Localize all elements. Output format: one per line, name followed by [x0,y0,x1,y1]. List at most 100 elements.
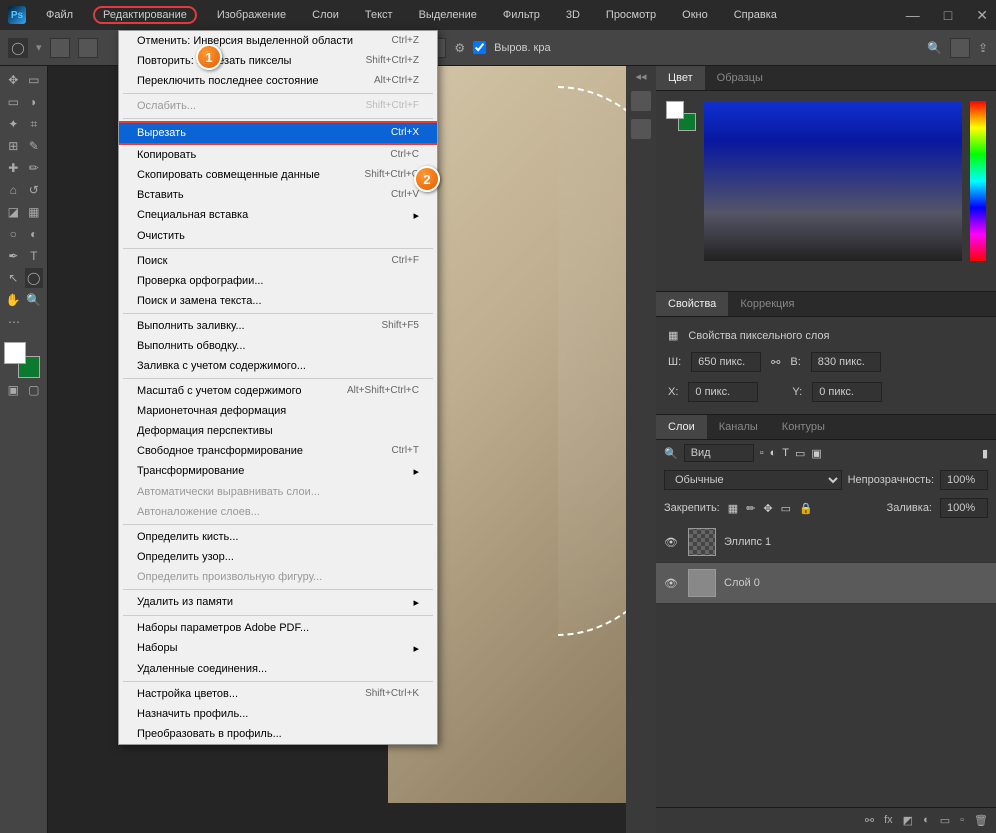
delete-icon[interactable]: 🗑 [974,814,988,827]
heal-tool[interactable]: ✚ [4,158,23,178]
filter-smart-icon[interactable]: ▣ [811,447,821,460]
new-layer-icon[interactable]: ▫ [960,814,964,827]
history-brush-tool[interactable]: ↺ [25,180,44,200]
menu-assign-profile[interactable]: Назначить профиль... [119,704,437,724]
prop-w-field[interactable]: 650 пикс. [691,352,761,372]
menu-content-scale[interactable]: Масштаб с учетом содержимогоAlt+Shift+Ct… [119,381,437,401]
visibility-icon[interactable]: 👁 [664,536,680,549]
blend-mode-select[interactable]: Обычные [664,470,842,490]
layer-item[interactable]: 👁 Слой 0 [656,563,996,604]
minimize-icon[interactable]: — [906,7,920,23]
tab-adjustments[interactable]: Коррекция [728,292,806,316]
filter-toggle[interactable]: ▮ [982,447,988,460]
eraser-tool[interactable]: ◪ [4,202,23,222]
workspace-btn[interactable] [950,38,970,58]
hand-tool[interactable]: ✋ [4,290,23,310]
fx-icon[interactable]: fx [884,814,893,827]
menu-layer[interactable]: Слои [306,7,345,23]
screenmode-tool[interactable]: ▢ [25,380,44,400]
lock-move-icon[interactable]: ✥ [763,502,772,515]
menu-free-transform[interactable]: Свободное трансформированиеCtrl+T [119,441,437,461]
menu-adobe-pdf[interactable]: Наборы параметров Adobe PDF... [119,618,437,638]
brush-tool[interactable]: ✏ [25,158,44,178]
tab-properties[interactable]: Свойства [656,292,728,316]
filter-shape-icon[interactable]: ▭ [795,447,805,460]
menu-file[interactable]: Файл [40,7,79,23]
marquee-tool[interactable]: ▭ [4,92,23,112]
move-tool[interactable]: ✥ [4,70,23,90]
maximize-icon[interactable]: □ [944,7,952,23]
menu-content-fill[interactable]: Заливка с учетом содержимого... [119,356,437,376]
prop-h-field[interactable]: 830 пикс. [811,352,881,372]
zoom-tool[interactable]: 🔍 [25,290,44,310]
wand-tool[interactable]: ✦ [4,114,23,134]
panel-fg-color[interactable] [666,101,684,119]
tab-layers[interactable]: Слои [656,415,707,439]
eyedropper-tool[interactable]: ✎ [25,136,44,156]
lock-brush-icon[interactable]: ✏ [746,502,755,515]
menu-purge[interactable]: Удалить из памяти [119,592,437,613]
color-field[interactable] [704,101,962,261]
menu-toggle-last[interactable]: Переключить последнее состояниеAlt+Ctrl+… [119,71,437,91]
crop-tool[interactable]: ⌗ [25,114,44,134]
menu-help[interactable]: Справка [728,7,783,23]
gear-icon[interactable]: ⚙ [454,41,465,55]
menu-view[interactable]: Просмотр [600,7,662,23]
menu-clear[interactable]: Очистить [119,226,437,246]
adjustment-icon[interactable]: ◐ [923,814,930,827]
menu-copy[interactable]: КопироватьCtrl+C [119,145,437,165]
link-layers-icon[interactable]: ⚯ [865,814,874,827]
layer-name[interactable]: Эллипс 1 [724,536,771,548]
color-swatches[interactable] [4,342,40,378]
menu-cut[interactable]: ВырезатьCtrl+X [119,121,437,145]
align-checkbox[interactable] [473,41,486,54]
lasso-tool[interactable]: ◗ [25,92,44,112]
quickmask-tool[interactable]: ▣ [4,380,23,400]
dodge-tool[interactable]: ◐ [25,224,44,244]
menu-undo[interactable]: Отменить: Инверсия выделенной областиCtr… [119,31,437,51]
menu-filter[interactable]: Фильтр [497,7,546,23]
menu-transform[interactable]: Трансформирование [119,461,437,482]
menu-find-replace[interactable]: Поиск и замена текста... [119,291,437,311]
prop-x-field[interactable]: 0 пикс. [688,382,758,402]
menu-presets[interactable]: Наборы [119,638,437,659]
menu-copy-merged[interactable]: Скопировать совмещенные данныеShift+Ctrl… [119,165,437,185]
menu-redo[interactable]: Повторить: Вырезать пикселыShift+Ctrl+Z [119,51,437,71]
pen-tool[interactable]: ✒ [4,246,23,266]
menu-edit[interactable]: Редактирование [93,6,197,24]
menu-paste-special[interactable]: Специальная вставка [119,205,437,226]
filter-adj-icon[interactable]: ◐ [770,447,777,459]
edit-toolbar[interactable]: ⋯ [4,312,24,332]
menu-spell[interactable]: Проверка орфографии... [119,271,437,291]
group-icon[interactable]: ▭ [940,814,950,827]
menu-select[interactable]: Выделение [413,7,483,23]
gradient-tool[interactable]: ▦ [25,202,44,222]
layer-filter-select[interactable] [684,444,754,462]
menu-puppet[interactable]: Марионеточная деформация [119,401,437,421]
close-icon[interactable]: ✕ [976,7,988,24]
hue-slider[interactable] [970,101,986,261]
shape-stroke[interactable] [78,38,98,58]
ellipse-tool[interactable]: ◯ [25,268,44,288]
layer-filter-icon[interactable]: 🔍 [664,447,678,460]
search-icon[interactable]: 🔍 [927,41,942,55]
lock-icon[interactable]: 🔒 [799,502,813,515]
filter-type-icon[interactable]: T [782,447,789,459]
menu-search[interactable]: ПоискCtrl+F [119,251,437,271]
menu-define-brush[interactable]: Определить кисть... [119,527,437,547]
menu-define-pattern[interactable]: Определить узор... [119,547,437,567]
dock-btn-1[interactable] [631,91,651,111]
clone-tool[interactable]: ⌂ [4,180,23,200]
share-icon[interactable]: ⇪ [978,41,988,55]
visibility-icon[interactable]: 👁 [664,577,680,590]
menu-image[interactable]: Изображение [211,7,292,23]
shape-fill[interactable] [50,38,70,58]
layer-item[interactable]: 👁 Эллипс 1 [656,522,996,563]
tab-channels[interactable]: Каналы [707,415,770,439]
menu-paste[interactable]: ВставитьCtrl+V [119,185,437,205]
lock-all-icon[interactable]: ▦ [728,502,738,515]
fill-field[interactable]: 100% [940,498,988,518]
foreground-color[interactable] [4,342,26,364]
filter-img-icon[interactable]: ▫ [760,447,764,459]
menu-stroke[interactable]: Выполнить обводку... [119,336,437,356]
